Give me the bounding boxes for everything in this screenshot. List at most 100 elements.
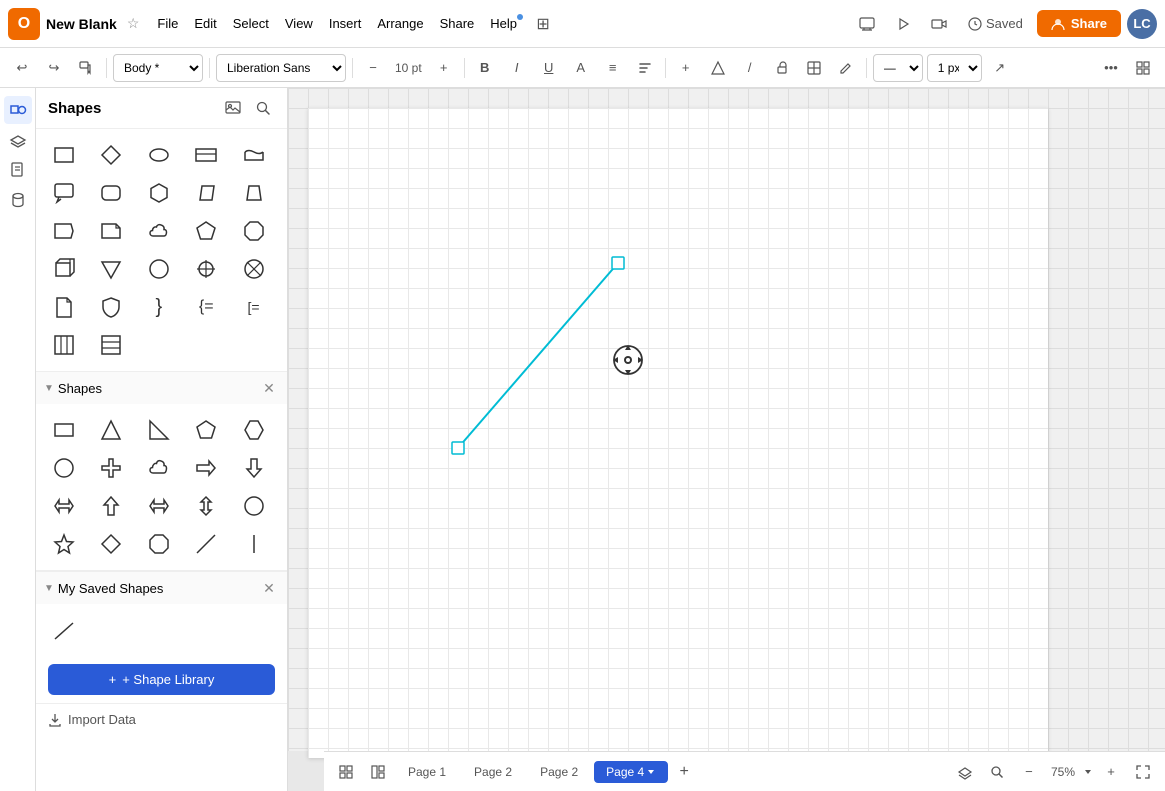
- lock-button[interactable]: [768, 54, 796, 82]
- shape-s-arrow-lr[interactable]: [44, 488, 84, 524]
- fit-page-button[interactable]: [1129, 758, 1157, 786]
- italic-button[interactable]: I: [503, 54, 531, 82]
- present-icon[interactable]: [888, 9, 918, 39]
- shape-rect-wide[interactable]: [186, 137, 226, 173]
- shape-s-circle2[interactable]: [234, 488, 274, 524]
- shape-shield[interactable]: [91, 289, 131, 325]
- shape-circle-x[interactable]: [234, 251, 274, 287]
- table-button[interactable]: [800, 54, 828, 82]
- stroke-width-select[interactable]: 1 px: [927, 54, 982, 82]
- shape-rect[interactable]: [44, 137, 84, 173]
- shape-s-arrow-ud[interactable]: [186, 488, 226, 524]
- grid-view-button[interactable]: [332, 758, 360, 786]
- font-select[interactable]: Liberation Sans: [216, 54, 346, 82]
- add-page-button[interactable]: +: [672, 760, 696, 784]
- page-tab-2a[interactable]: Page 2: [462, 761, 524, 783]
- shape-s-arrow-u[interactable]: [91, 488, 131, 524]
- shape-rect-fold[interactable]: [91, 213, 131, 249]
- layers-icon[interactable]: [4, 126, 32, 154]
- redo-button[interactable]: ↪: [40, 54, 68, 82]
- shape-callout[interactable]: [44, 175, 84, 211]
- shape-octagon[interactable]: [234, 213, 274, 249]
- menu-help[interactable]: Help: [482, 12, 525, 35]
- shape-pentagon[interactable]: [186, 213, 226, 249]
- shape-s-cross[interactable]: [91, 450, 131, 486]
- edit-style-button[interactable]: [832, 54, 860, 82]
- shape-wave[interactable]: [234, 137, 274, 173]
- underline-button[interactable]: U: [535, 54, 563, 82]
- zoom-dropdown-icon[interactable]: [1083, 767, 1093, 777]
- style-select[interactable]: Body *: [113, 54, 203, 82]
- shape-rect-3d[interactable]: [44, 251, 84, 287]
- saved-shapes-section-close[interactable]: ✕: [259, 578, 279, 598]
- shape-doc[interactable]: [44, 289, 84, 325]
- layers-bottom-icon[interactable]: [951, 758, 979, 786]
- menu-select[interactable]: Select: [225, 12, 277, 35]
- page-tab-4[interactable]: Page 4: [594, 761, 668, 783]
- shape-s-triangle[interactable]: [91, 412, 131, 448]
- shape-s-line[interactable]: [186, 526, 226, 562]
- font-color-button[interactable]: A: [567, 54, 595, 82]
- shape-s-hexagon[interactable]: [234, 412, 274, 448]
- panels-button[interactable]: [1129, 54, 1157, 82]
- pages-icon[interactable]: [4, 156, 32, 184]
- user-avatar[interactable]: LC: [1127, 9, 1157, 39]
- stroke-style-select[interactable]: —: [873, 54, 923, 82]
- saved-shape-line[interactable]: [44, 612, 84, 648]
- shape-hexagon[interactable]: [139, 175, 179, 211]
- shape-brace-m[interactable]: {=: [186, 289, 226, 325]
- shape-table-vert[interactable]: [44, 327, 84, 363]
- share-button[interactable]: Share: [1037, 10, 1121, 37]
- menu-arrange[interactable]: Arrange: [369, 12, 431, 35]
- my-saved-shapes-header[interactable]: ▼ My Saved Shapes ✕: [36, 571, 287, 604]
- font-size-dec-button[interactable]: −: [359, 54, 387, 82]
- favorite-icon[interactable]: ☆: [127, 15, 140, 32]
- format-painter-button[interactable]: [72, 54, 100, 82]
- zoom-out-button[interactable]: −: [1015, 758, 1043, 786]
- font-size-inc-button[interactable]: +: [430, 54, 458, 82]
- app-logo[interactable]: O: [8, 8, 40, 40]
- shape-crosshair[interactable]: [186, 251, 226, 287]
- shape-s-pentagon[interactable]: [186, 412, 226, 448]
- extensions-icon[interactable]: ⊞: [531, 12, 555, 36]
- image-icon[interactable]: [221, 96, 245, 120]
- video-icon[interactable]: [924, 9, 954, 39]
- page-tab-1[interactable]: Page 1: [396, 761, 458, 783]
- screencast-icon[interactable]: [852, 9, 882, 39]
- data-icon[interactable]: [4, 186, 32, 214]
- shape-ellipse[interactable]: [139, 137, 179, 173]
- saved-button[interactable]: Saved: [960, 12, 1031, 35]
- thumbnail-view-button[interactable]: [364, 758, 392, 786]
- page-canvas[interactable]: [308, 108, 1048, 758]
- shape-trapezoid[interactable]: [234, 175, 274, 211]
- bold-button[interactable]: B: [471, 54, 499, 82]
- shape-s-arrow-h[interactable]: [139, 488, 179, 524]
- shape-s-rect[interactable]: [44, 412, 84, 448]
- import-data-button[interactable]: Import Data: [36, 703, 287, 735]
- shape-s-arrow-r[interactable]: [186, 450, 226, 486]
- canvas-inner[interactable]: [288, 88, 1165, 751]
- canvas-area[interactable]: Page 1 Page 2 Page 2 Page 4 + − 75% +: [288, 88, 1165, 791]
- shape-rect-r[interactable]: [91, 175, 131, 211]
- menu-insert[interactable]: Insert: [321, 12, 370, 35]
- shape-parallelogram[interactable]: [186, 175, 226, 211]
- shape-s-circle[interactable]: [44, 450, 84, 486]
- shape-circle[interactable]: [139, 251, 179, 287]
- page-tab-2b[interactable]: Page 2: [528, 761, 590, 783]
- search-icon[interactable]: [251, 96, 275, 120]
- undo-button[interactable]: ↩: [8, 54, 36, 82]
- shape-s-right-tri[interactable]: [139, 412, 179, 448]
- menu-share[interactable]: Share: [432, 12, 483, 35]
- shape-s-arrow-d[interactable]: [234, 450, 274, 486]
- shape-rect-clip[interactable]: [44, 213, 84, 249]
- shape-s-vline[interactable]: [234, 526, 274, 562]
- shape-brace-l[interactable]: [=: [234, 289, 274, 325]
- shape-s-octagon[interactable]: [139, 526, 179, 562]
- shapes-section-close[interactable]: ✕: [259, 378, 279, 398]
- shape-library-button[interactable]: + + Shape Library: [48, 664, 275, 695]
- shape-diamond[interactable]: [91, 137, 131, 173]
- shapes-tool-icon[interactable]: [4, 96, 32, 124]
- waypoint-button[interactable]: ↗: [986, 54, 1014, 82]
- align-button[interactable]: ≡: [599, 54, 627, 82]
- menu-file[interactable]: File: [149, 12, 186, 35]
